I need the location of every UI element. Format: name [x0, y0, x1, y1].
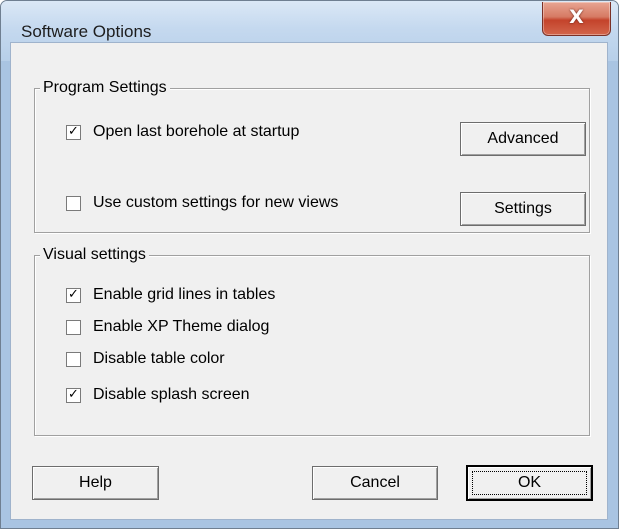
checkmark-icon: ✓ [68, 286, 79, 302]
advanced-button[interactable]: Advanced [460, 122, 586, 156]
dialog-client-area: Program Settings ✓ Open last borehole at… [10, 42, 608, 520]
xp-theme-label: Enable XP Theme dialog [93, 318, 270, 335]
open-last-borehole-checkbox[interactable]: ✓ Open last borehole at startup [66, 123, 299, 141]
visual-settings-group [34, 255, 590, 436]
grid-lines-box[interactable]: ✓ [66, 286, 81, 303]
focus-rectangle [472, 471, 587, 495]
table-color-box[interactable] [66, 351, 81, 367]
custom-settings-checkbox[interactable]: Use custom settings for new views [66, 194, 338, 212]
ok-button[interactable]: OK [466, 465, 593, 501]
custom-settings-label: Use custom settings for new views [93, 194, 339, 211]
help-button[interactable]: Help [32, 466, 159, 500]
splash-screen-checkbox[interactable]: ✓ Disable splash screen [66, 386, 250, 404]
program-settings-label: Program Settings [40, 79, 170, 97]
visual-settings-label: Visual settings [40, 246, 149, 264]
xp-theme-checkbox[interactable]: Enable XP Theme dialog [66, 318, 269, 336]
grid-lines-checkbox[interactable]: ✓ Enable grid lines in tables [66, 286, 275, 304]
checkmark-icon: ✓ [68, 386, 79, 402]
xp-theme-box[interactable] [66, 319, 81, 335]
settings-button[interactable]: Settings [460, 192, 586, 226]
checkmark-icon: ✓ [68, 123, 79, 139]
table-color-checkbox[interactable]: Disable table color [66, 350, 225, 368]
grid-lines-label: Enable grid lines in tables [93, 286, 276, 303]
table-color-label: Disable table color [93, 350, 225, 367]
custom-settings-box[interactable] [66, 195, 81, 211]
splash-screen-box[interactable]: ✓ [66, 386, 81, 403]
splash-screen-label: Disable splash screen [93, 386, 250, 403]
close-icon: X [569, 6, 584, 28]
software-options-dialog: Software Options X Program Settings ✓ Op… [0, 0, 619, 529]
close-button[interactable]: X [542, 2, 611, 36]
open-last-borehole-label: Open last borehole at startup [93, 123, 300, 140]
window-title: Software Options [21, 22, 152, 41]
cancel-button[interactable]: Cancel [312, 466, 438, 500]
open-last-borehole-box[interactable]: ✓ [66, 123, 81, 140]
